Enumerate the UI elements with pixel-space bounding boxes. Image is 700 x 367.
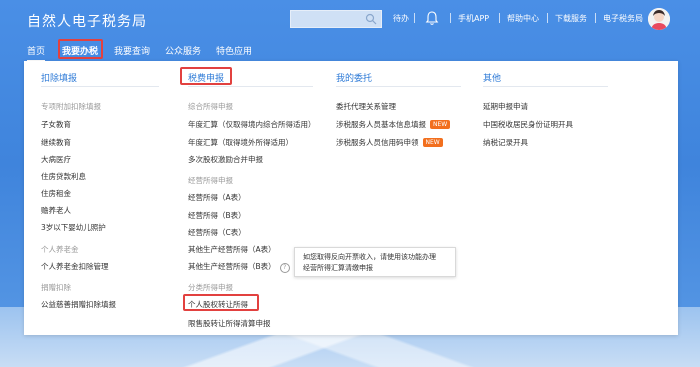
menu-item[interactable]: 延期申报申请 (483, 101, 528, 112)
tooltip-line: 经营所得汇算清缴申报 (303, 264, 373, 272)
menu-item[interactable]: 限售股转让所得清算申报 (188, 318, 271, 329)
help-tooltip: 如您取得反向开票收入，请使用该功能办理 经营所得汇算清缴申报 (294, 247, 456, 277)
nav-highlight-box (58, 39, 103, 59)
menu-item[interactable]: 住房租金 (41, 188, 71, 199)
etax-link[interactable]: 电子税务局 (603, 13, 643, 24)
menu-item[interactable]: 经营所得（C表） (188, 227, 246, 238)
top-header: 自然人电子税务局 待办 手机APP 帮助中心 下载服务 电子税务局 (0, 0, 700, 38)
menu-item[interactable]: 涉税服务人员信用码申领 NEW (336, 137, 443, 148)
bell-icon[interactable] (425, 10, 439, 26)
menu-item[interactable]: 年度汇算（仅取得境内综合所得适用） (188, 119, 316, 130)
menu-item[interactable]: 纳税记录开具 (483, 137, 528, 148)
menu-item[interactable]: 经营所得（A表） (188, 192, 246, 203)
category-label: 综合所得申报 (188, 102, 233, 111)
help-center-link[interactable]: 帮助中心 (507, 13, 539, 24)
download-link[interactable]: 下载服务 (555, 13, 587, 24)
menu-item[interactable]: 赡养老人 (41, 205, 71, 216)
menu-item[interactable]: 其他生产经营所得（A表） (188, 244, 276, 255)
menu-item[interactable]: 个人养老金扣除管理 (41, 261, 109, 272)
menu-item[interactable]: 委托代理关系管理 (336, 101, 396, 112)
menu-item[interactable]: 经营所得（B表） (188, 210, 246, 221)
avatar[interactable] (648, 8, 670, 30)
category-label: 捐赠扣除 (41, 283, 71, 292)
menu-item[interactable]: 公益慈善捐赠扣除填报 (41, 299, 116, 310)
new-badge: NEW (422, 138, 443, 147)
category-label: 经营所得申报 (188, 176, 233, 185)
nav-query[interactable]: 我要查询 (114, 44, 150, 57)
menu-title-deduction[interactable]: 扣除填报 (41, 71, 77, 84)
menu-item[interactable]: 住房贷款利息 (41, 171, 86, 182)
tooltip-line: 如您取得反向开票收入，请使用该功能办理 (303, 253, 436, 261)
menu-item-with-help[interactable]: 其他生产经营所得（B表）? (188, 261, 290, 273)
search-input[interactable] (290, 10, 382, 28)
search-icon[interactable] (365, 13, 377, 25)
menu-item[interactable]: 年度汇算（取得境外所得适用） (188, 137, 293, 148)
menu-item[interactable]: 多次股权激励合并申报 (188, 154, 263, 165)
avatar-icon (648, 8, 670, 30)
mega-menu-panel: 扣除填报 专项附加扣除填报 子女教育 继续教育 大病医疗 住房贷款利息 住房租金… (24, 61, 678, 335)
site-logo[interactable]: 自然人电子税务局 (27, 11, 147, 31)
todo-link[interactable]: 待办 (393, 13, 409, 24)
nav-home[interactable]: 首页 (27, 44, 46, 62)
help-icon[interactable]: ? (279, 263, 290, 273)
mobile-app-link[interactable]: 手机APP (458, 13, 489, 24)
menu-item-label: 涉税服务人员基本信息填报 (336, 120, 426, 129)
new-badge: NEW (430, 120, 451, 129)
nav-featured-apps[interactable]: 特色应用 (216, 44, 252, 57)
category-label: 分类所得申报 (188, 283, 233, 292)
divider (188, 86, 313, 87)
menu-item[interactable]: 继续教育 (41, 137, 71, 148)
divider (336, 86, 461, 87)
menu-title-delegation[interactable]: 我的委托 (336, 71, 372, 84)
nav-public-service[interactable]: 公众服务 (165, 44, 201, 57)
divider (414, 13, 415, 23)
menu-title-other[interactable]: 其他 (483, 71, 501, 84)
divider (595, 13, 596, 23)
menu-item-label: 涉税服务人员信用码申领 (336, 138, 419, 147)
divider (41, 86, 159, 87)
menu-item[interactable]: 大病医疗 (41, 154, 71, 165)
highlight-box-tax-filing (180, 67, 232, 85)
divider (450, 13, 451, 23)
divider (547, 13, 548, 23)
menu-item[interactable]: 涉税服务人员基本信息填报 NEW (336, 119, 451, 130)
divider (483, 86, 608, 87)
menu-item[interactable]: 中国税收居民身份证明开具 (483, 119, 573, 130)
menu-item[interactable]: 子女教育 (41, 119, 71, 130)
divider (499, 13, 500, 23)
menu-item[interactable]: 3岁以下婴幼儿照护 (41, 222, 106, 233)
menu-item-label: 其他生产经营所得（B表） (188, 262, 276, 271)
category-label: 专项附加扣除填报 (41, 102, 101, 111)
highlight-box-equity-transfer (183, 294, 259, 311)
category-label: 个人养老金 (41, 245, 79, 254)
main-nav: 首页 我要办税 我要查询 公众服务 特色应用 (0, 39, 700, 62)
